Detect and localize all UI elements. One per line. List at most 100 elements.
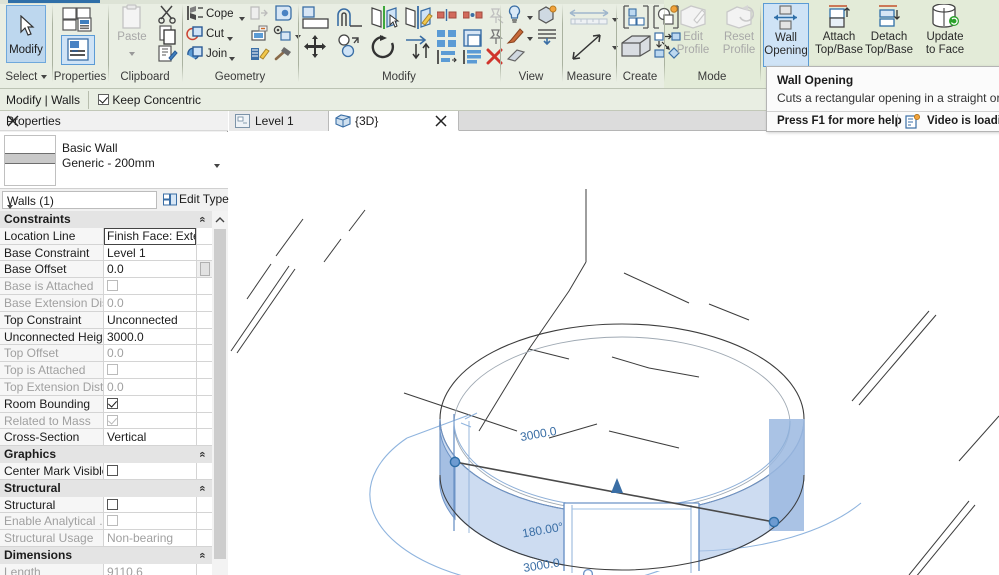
3d-view-canvas[interactable]: 3000.0 180.00° 3000.0 180.00° xyxy=(229,131,999,575)
split-element-icon[interactable] xyxy=(437,9,457,21)
trim-extend-icon[interactable] xyxy=(404,34,432,60)
property-checkbox[interactable] xyxy=(107,464,118,476)
cut-chevron-down-icon[interactable] xyxy=(227,31,233,45)
property-inline-scroll-thumb[interactable] xyxy=(199,262,210,277)
property-value[interactable]: Finish Face: Exterio xyxy=(104,227,196,245)
scale-icon[interactable] xyxy=(463,29,483,48)
property-group-header[interactable]: Structural » xyxy=(0,479,212,497)
property-row[interactable]: Base Offset 0.0 xyxy=(0,261,212,279)
rotate-icon[interactable] xyxy=(370,34,396,60)
property-row[interactable]: Length 9110.6 xyxy=(0,563,212,575)
property-row[interactable]: Base is Attached xyxy=(0,278,212,295)
align-left-icon[interactable] xyxy=(437,50,457,64)
create-similar-icon[interactable] xyxy=(622,4,650,30)
split-face-icon[interactable] xyxy=(250,25,270,43)
offset-icon[interactable] xyxy=(336,6,364,30)
property-checkbox[interactable] xyxy=(107,397,118,409)
properties-dialog-button[interactable] xyxy=(62,6,94,33)
linework-icon[interactable] xyxy=(506,27,524,45)
property-row[interactable]: Top Extension Dist…0.0 xyxy=(0,378,212,396)
paint-icon[interactable] xyxy=(250,45,270,63)
cope-chevron-down-icon[interactable] xyxy=(239,11,245,25)
property-group-header[interactable]: Constraints » xyxy=(0,211,212,228)
measure-chevron-down-icon[interactable] xyxy=(612,12,618,26)
property-row[interactable]: Cross-Section Vertical xyxy=(0,429,212,447)
collapse-group-icon[interactable]: » xyxy=(195,446,212,464)
chevron-down-icon[interactable] xyxy=(129,48,135,60)
property-row[interactable]: Top Offset 0.0 xyxy=(0,345,212,363)
cut-geometry-icon[interactable] xyxy=(186,25,204,42)
array-icon[interactable] xyxy=(437,29,457,48)
property-row[interactable]: Base Extension Dis…0.0 xyxy=(0,294,212,312)
mirror-pick-axis-icon[interactable] xyxy=(370,5,400,30)
view-tab-close-icon[interactable] xyxy=(434,114,448,128)
property-group-header[interactable]: Graphics » xyxy=(0,446,212,463)
view-chevron-down-icon[interactable] xyxy=(527,10,533,24)
properties-scroll-thumb[interactable] xyxy=(214,229,226,559)
keep-concentric-option[interactable]: Keep Concentric xyxy=(98,93,201,107)
measure2-chevron-down-icon[interactable] xyxy=(612,40,618,54)
copy-button[interactable] xyxy=(158,25,178,45)
property-value[interactable]: 3000.0 xyxy=(104,328,196,346)
edit-type-button[interactable]: Edit Type xyxy=(163,192,229,206)
property-value[interactable]: Level 1 xyxy=(104,244,196,262)
split-with-gap-icon[interactable] xyxy=(463,9,483,21)
view-tab-3d[interactable]: {3D} xyxy=(329,111,459,131)
property-value[interactable]: Unconnected xyxy=(104,311,196,329)
property-value[interactable]: 0.0 xyxy=(104,345,196,363)
property-value[interactable] xyxy=(104,496,196,514)
reveal-hidden-elements-icon[interactable] xyxy=(506,5,523,24)
property-row[interactable]: Related to Mass xyxy=(0,412,212,430)
match-type-button[interactable] xyxy=(158,45,178,64)
property-row[interactable]: Top is Attached xyxy=(0,362,212,379)
join-label[interactable]: Join xyxy=(206,48,227,60)
view-tab-level-1[interactable]: Level 1 xyxy=(229,111,329,131)
wall-joins-icon[interactable] xyxy=(273,4,293,22)
properties-scroll-up[interactable] xyxy=(212,211,228,229)
cutback-lines-icon[interactable] xyxy=(537,28,557,45)
property-value[interactable] xyxy=(104,513,196,531)
unjoin-geometry-icon[interactable] xyxy=(250,5,269,21)
property-row[interactable]: Structural Usage Non-bearing xyxy=(0,530,212,547)
cope-icon[interactable] xyxy=(186,5,204,21)
properties-scrollbar[interactable] xyxy=(212,229,228,575)
property-value[interactable]: 0.0 xyxy=(104,261,196,279)
linework-chevron-down-icon[interactable] xyxy=(527,31,533,45)
remove-hidden-lines-icon[interactable] xyxy=(506,48,526,63)
type-chevron-down-icon[interactable] xyxy=(214,158,220,172)
pin-icon[interactable] xyxy=(488,29,504,45)
collapse-group-icon[interactable]: » xyxy=(195,546,212,564)
cut-scissors-button[interactable] xyxy=(158,4,178,24)
align-distribute-icon[interactable] xyxy=(463,50,483,64)
unpin-icon[interactable] xyxy=(488,8,504,24)
property-checkbox[interactable] xyxy=(107,498,118,510)
demolish-group-icon[interactable] xyxy=(273,24,293,43)
property-row[interactable]: Enable Analytical … xyxy=(0,513,212,531)
property-row[interactable]: Room Bounding xyxy=(0,395,212,413)
property-value[interactable] xyxy=(104,362,196,379)
property-value[interactable]: Vertical xyxy=(104,429,196,447)
property-row[interactable]: Location LineFinish Face: Exterio xyxy=(0,227,212,245)
update-to-face-button[interactable]: Update to Face xyxy=(918,4,972,56)
keep-concentric-checkbox[interactable] xyxy=(98,94,109,105)
paste-button[interactable]: Paste xyxy=(112,4,152,56)
property-group-header[interactable]: Dimensions » xyxy=(0,546,212,564)
property-row[interactable]: Unconnected Heig… 3000.0 xyxy=(0,328,212,346)
cope-label[interactable]: Cope xyxy=(206,8,234,20)
copy-move-icon[interactable] xyxy=(336,34,364,60)
join-geometry-icon[interactable] xyxy=(186,45,204,62)
property-row[interactable]: Center Mark Visible xyxy=(0,462,212,480)
modify-button[interactable]: Modify xyxy=(6,5,46,63)
property-value[interactable] xyxy=(104,412,196,430)
property-value[interactable] xyxy=(104,462,196,480)
align-icon[interactable] xyxy=(302,6,329,30)
type-selector[interactable]: Basic Wall Generic - 200mm xyxy=(0,132,228,189)
wall-opening-button[interactable]: Wall Opening xyxy=(763,3,809,67)
property-row[interactable]: Base Constraint Level 1 xyxy=(0,244,212,262)
property-value[interactable]: 0.0 xyxy=(104,294,196,312)
panel-label-select[interactable]: Select xyxy=(0,68,52,88)
copy-to-clipboard-stack-icon[interactable] xyxy=(620,33,652,59)
category-selector[interactable]: Walls (1) xyxy=(2,191,157,209)
reset-profile-button[interactable]: Reset Profile xyxy=(712,4,766,56)
join-chevron-down-icon[interactable] xyxy=(229,51,235,65)
